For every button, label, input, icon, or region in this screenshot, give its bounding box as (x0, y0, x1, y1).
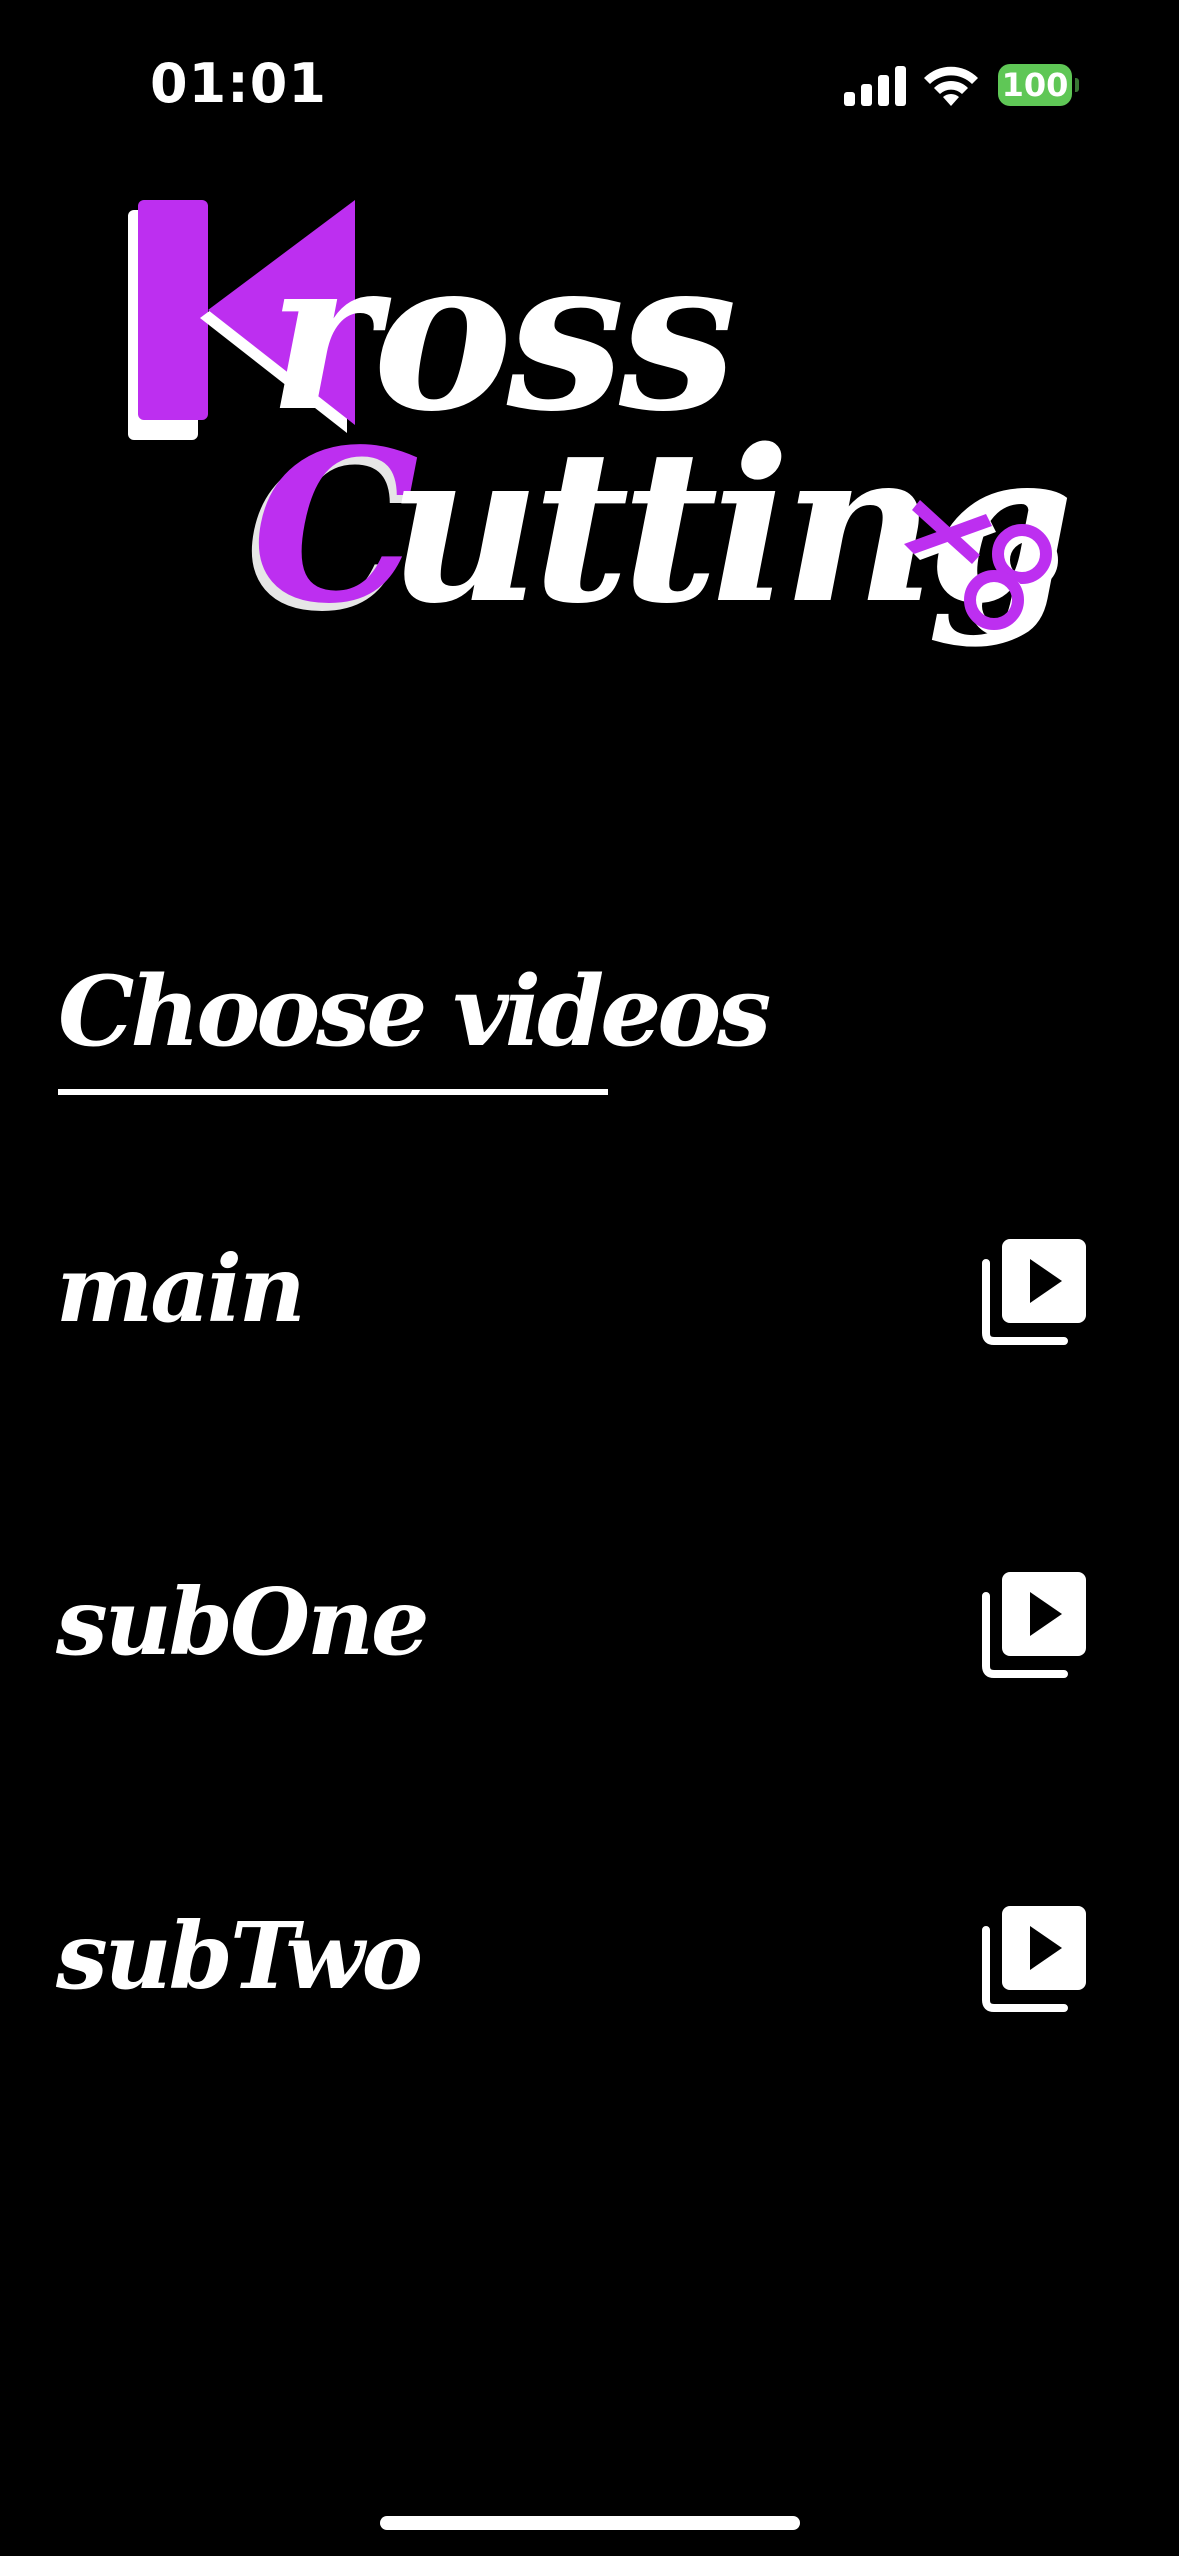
video-row-subone: subOne (0, 1528, 1179, 1728)
video-row-subtwo: subTwo (0, 1862, 1179, 2062)
video-label-subone: subOne (56, 1568, 430, 1676)
wifi-icon (924, 66, 978, 106)
battery-level: 100 (998, 64, 1072, 106)
status-time: 01:01 (150, 52, 327, 115)
battery-icon: 100 (998, 64, 1079, 106)
cellular-signal-icon (844, 66, 906, 106)
status-bar: 01:01 100 (0, 0, 1179, 150)
battery-nub (1075, 78, 1079, 92)
video-library-icon[interactable] (980, 1568, 1090, 1678)
home-indicator[interactable] (380, 2516, 800, 2530)
video-label-main: main (56, 1235, 306, 1343)
video-library-icon[interactable] (980, 1902, 1090, 2012)
video-label-subtwo: subTwo (56, 1902, 423, 2010)
video-library-icon[interactable] (980, 1235, 1090, 1345)
section-title: Choose videos (58, 955, 771, 1068)
section-underline (58, 1089, 608, 1095)
video-row-main: main (0, 1195, 1179, 1395)
app-logo: ross C C utting (128, 200, 1075, 658)
